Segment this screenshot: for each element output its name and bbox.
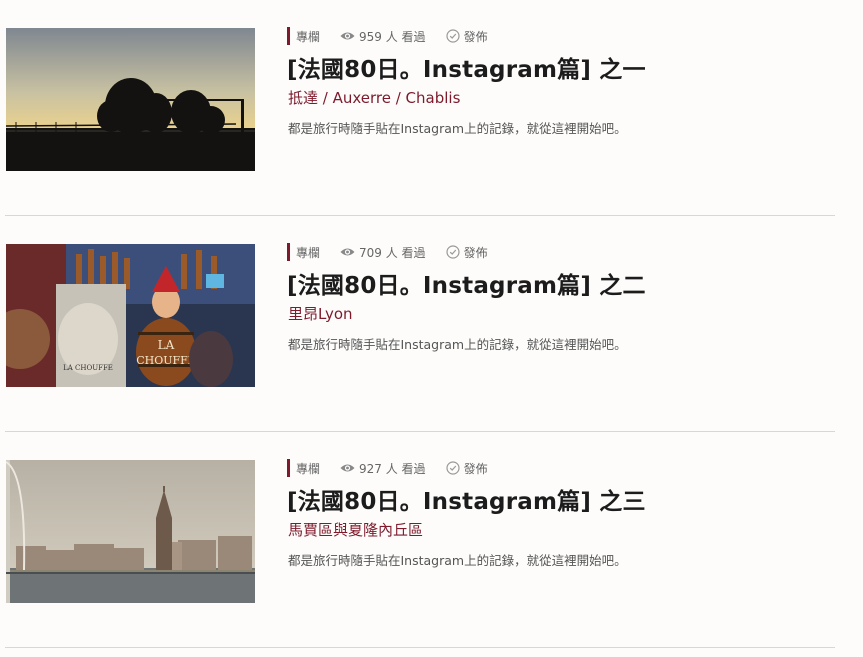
- svg-text:CHOUFFE: CHOUFFE: [136, 354, 196, 367]
- post-thumbnail-river[interactable]: [6, 460, 255, 603]
- publish-status-text: 發佈: [463, 461, 488, 476]
- svg-text:LA: LA: [158, 338, 175, 352]
- sunset-photo: [6, 28, 255, 171]
- publish-status-text: 發佈: [463, 29, 488, 44]
- publish-status: 發佈: [445, 244, 488, 261]
- post-excerpt: 都是旅行時隨手貼在Instagram上的記錄，就從這裡開始吧。: [288, 121, 627, 136]
- eye-icon: [340, 32, 355, 40]
- publish-status: 發佈: [445, 460, 488, 477]
- post-card: 專欄 927 人 看過 發佈 [法國80日。Instagram篇] 之三 馬賈區…: [0, 432, 835, 648]
- publish-status-text: 發佈: [463, 245, 488, 260]
- post-excerpt: 都是旅行時隨手貼在Instagram上的記錄，就從這裡開始吧。: [288, 337, 627, 352]
- post-title[interactable]: [法國80日。Instagram篇] 之三: [287, 482, 646, 516]
- post-meta: 專欄 927 人 看過 發佈: [287, 458, 488, 478]
- check-circle-icon: [445, 461, 460, 475]
- post-category[interactable]: 專欄: [296, 244, 320, 261]
- bar-photo: LA CHOUFFE LA CHOUFFE: [6, 244, 255, 387]
- view-count: 927 人 看過: [340, 460, 426, 477]
- view-count-text: 709 人 看過: [359, 245, 426, 260]
- post-list: 專欄 959 人 看過 發佈 [法國80日。Instagram篇] 之一 抵達 …: [0, 0, 863, 657]
- category-marker: [287, 27, 290, 45]
- category-marker: [287, 243, 290, 261]
- eye-icon: [340, 248, 355, 256]
- post-thumbnail-bar[interactable]: LA CHOUFFE LA CHOUFFE: [6, 244, 255, 387]
- post-card: 專欄 959 人 看過 發佈 [法國80日。Instagram篇] 之一 抵達 …: [0, 0, 835, 216]
- view-count: 709 人 看過: [340, 244, 426, 261]
- post-title[interactable]: [法國80日。Instagram篇] 之二: [287, 266, 646, 300]
- riverside-town-photo: [6, 460, 255, 603]
- post-category[interactable]: 專欄: [296, 460, 320, 477]
- check-circle-icon: [445, 29, 460, 43]
- post-category[interactable]: 專欄: [296, 28, 320, 45]
- post-excerpt: 都是旅行時隨手貼在Instagram上的記錄，就從這裡開始吧。: [288, 553, 627, 568]
- svg-text:LA CHOUFFE: LA CHOUFFE: [63, 364, 113, 372]
- category-marker: [287, 459, 290, 477]
- post-meta: 專欄 709 人 看過 發佈: [287, 242, 488, 262]
- post-subtitle[interactable]: 里昂Lyon: [288, 303, 353, 324]
- publish-status: 發佈: [445, 28, 488, 45]
- check-circle-icon: [445, 245, 460, 259]
- post-thumbnail-sunset[interactable]: [6, 28, 255, 171]
- eye-icon: [340, 464, 355, 472]
- post-divider: [5, 647, 835, 648]
- view-count: 959 人 看過: [340, 28, 426, 45]
- view-count-text: 927 人 看過: [359, 461, 426, 476]
- view-count-text: 959 人 看過: [359, 29, 426, 44]
- post-subtitle[interactable]: 抵達 / Auxerre / Chablis: [288, 87, 460, 108]
- post-subtitle[interactable]: 馬賈區與夏隆內丘區: [288, 519, 423, 540]
- post-card: LA CHOUFFE LA CHOUFFE 專欄 709 人 看過 發佈 [法國…: [0, 216, 835, 432]
- post-title[interactable]: [法國80日。Instagram篇] 之一: [287, 50, 646, 84]
- post-meta: 專欄 959 人 看過 發佈: [287, 26, 488, 46]
